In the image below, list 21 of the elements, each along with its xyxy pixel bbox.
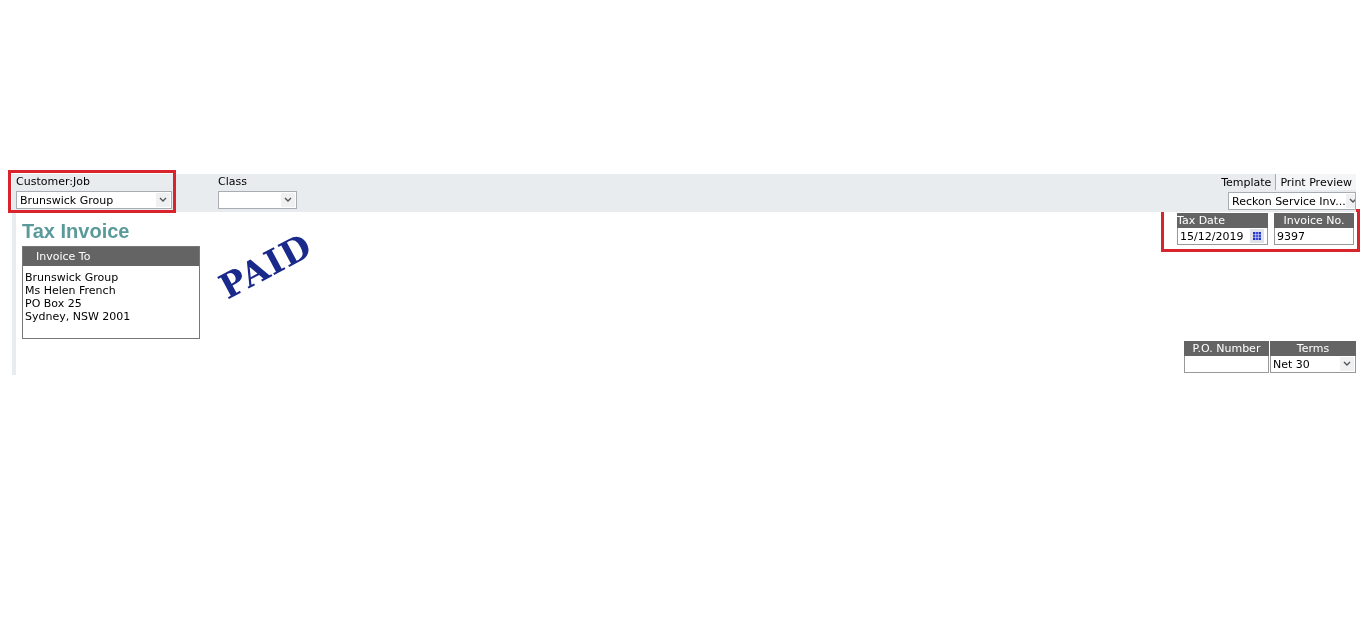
caret-icon[interactable] [1345, 194, 1355, 208]
customer-dropdown[interactable]: Brunswick Group [16, 191, 172, 209]
column-header: P.O. Number [1184, 341, 1269, 356]
calendar-icon[interactable] [1250, 229, 1264, 243]
column-header: Invoice No. [1274, 213, 1354, 228]
invoice-title: Tax Invoice [22, 220, 131, 242]
column-header: Terms [1270, 341, 1356, 356]
caret-icon[interactable] [281, 193, 295, 207]
terms-dropdown[interactable]: Net 30 [1270, 356, 1356, 373]
caret-icon[interactable] [1340, 357, 1354, 371]
caret-icon[interactable] [156, 193, 170, 207]
address-text: Brunswick Group Ms Helen French PO Box 25 Sydney, NSW 2001 [24, 270, 132, 325]
date-field[interactable]: 15/12/2019 [1177, 228, 1268, 245]
field-label: Customer:Job [16, 175, 91, 189]
po-number-field[interactable] [1184, 356, 1269, 373]
invoice-number-field[interactable]: 9397 [1274, 228, 1354, 245]
section-header: Invoice To [23, 247, 199, 266]
field-label: Class [218, 175, 248, 189]
tab[interactable]: Print Preview [1275, 174, 1356, 190]
template-dropdown[interactable]: Reckon Service Inv... [1228, 192, 1356, 210]
column-header: Tax Date [1177, 213, 1268, 228]
